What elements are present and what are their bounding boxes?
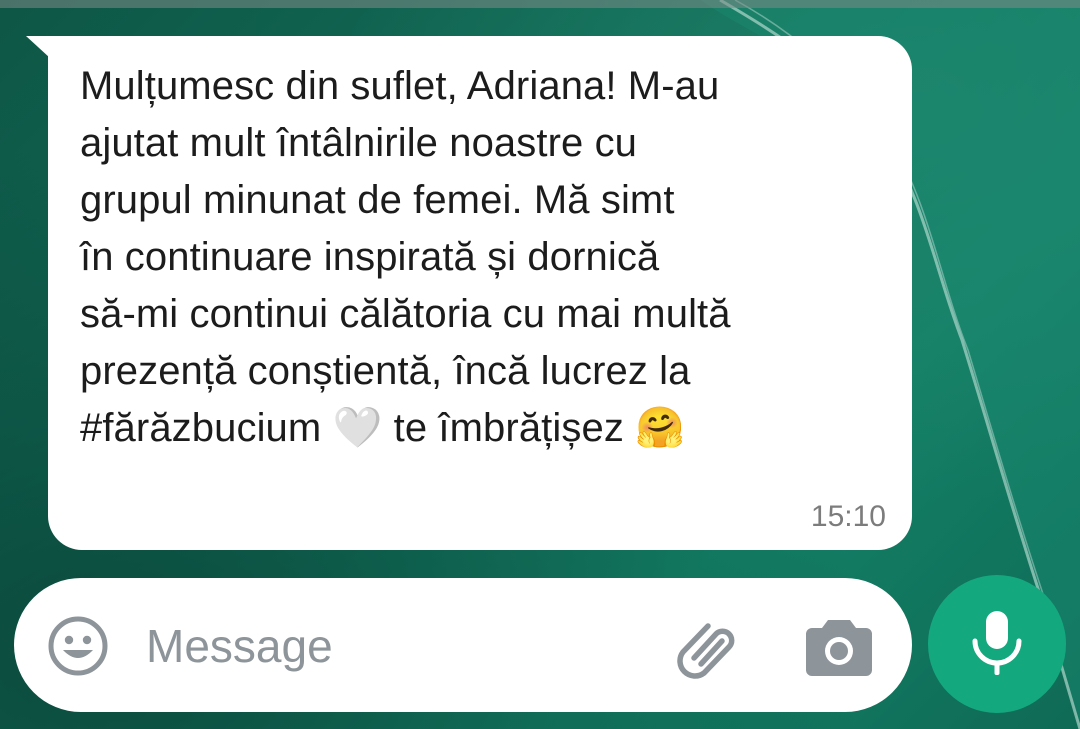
camera-icon[interactable] [804,614,874,678]
paperclip-icon[interactable] [670,612,742,684]
incoming-message-bubble[interactable]: Mulțumesc din suflet, Adriana! M-au ajut… [48,36,912,550]
microphone-icon [972,611,1022,675]
record-voice-button[interactable] [928,575,1066,713]
message-timestamp: 15:10 [810,500,886,533]
message-text: Mulțumesc din suflet, Adriana! M-au ajut… [80,64,731,450]
message-composer: Message [14,578,912,712]
smiley-face-icon[interactable] [46,614,110,678]
message-input[interactable]: Message [146,618,333,674]
status-divider [0,0,1080,8]
message-bubble-tail [26,36,50,58]
